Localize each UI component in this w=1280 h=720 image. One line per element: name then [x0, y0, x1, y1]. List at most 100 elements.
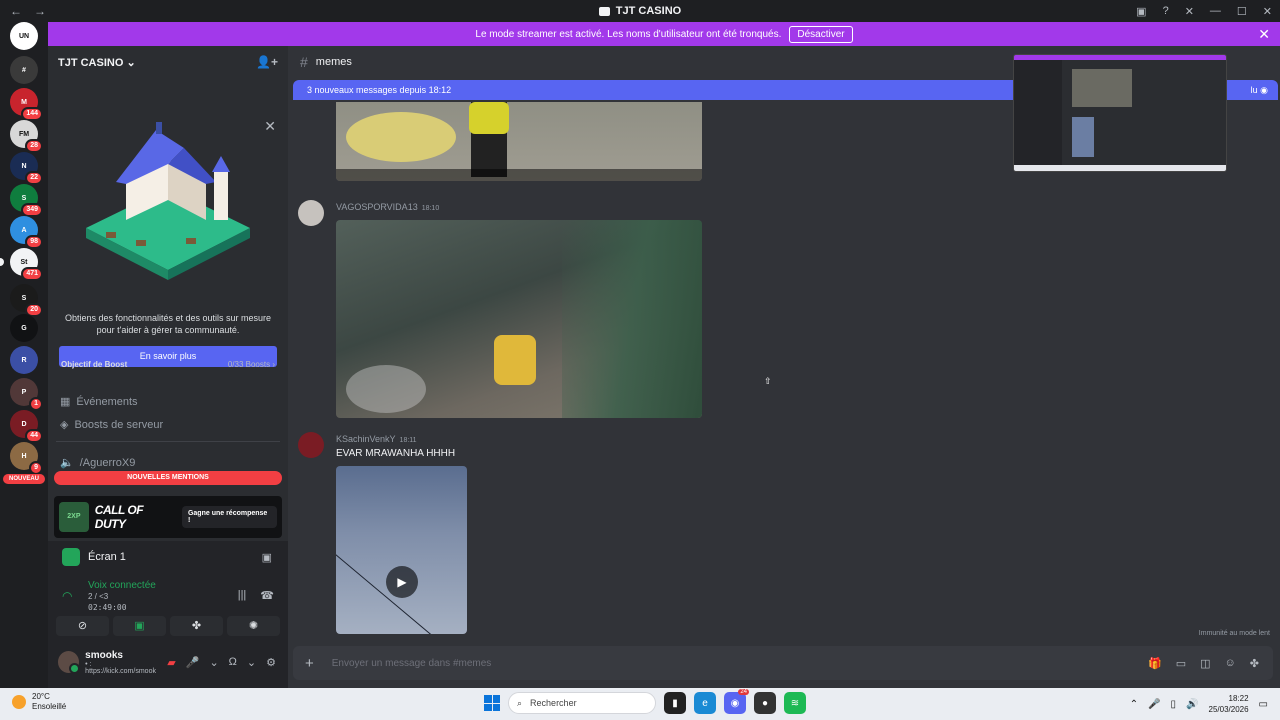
sticker-icon[interactable]: ◫ [1200, 657, 1210, 670]
mic-icon[interactable]: 🎤 [186, 656, 200, 669]
tools-icon[interactable]: ✕ [1185, 5, 1194, 18]
avatar[interactable] [298, 432, 324, 458]
server-abbr: M [21, 98, 27, 106]
message-input[interactable] [331, 657, 1149, 669]
noise-suppression-icon[interactable]: ||| [238, 589, 247, 602]
server-icon[interactable]: # [10, 56, 38, 84]
camera-off-button[interactable]: ⊘ [56, 616, 109, 636]
chevron-down-icon[interactable]: ⌄ [247, 656, 256, 669]
server-icon[interactable]: S 349 [10, 184, 43, 217]
server-icon[interactable]: G [10, 314, 38, 342]
temperature: 20°C [32, 692, 50, 701]
apps-icon[interactable]: ✤ [1250, 657, 1259, 670]
avatar[interactable] [298, 200, 324, 226]
server-abbr: G [21, 324, 27, 332]
server-icon[interactable]: S 20 [10, 284, 43, 317]
screen-share-row[interactable]: Écran 1 [62, 548, 126, 566]
channel-label: /AguerroX9 [79, 456, 136, 469]
share-screen-button[interactable]: ▣ [113, 616, 166, 636]
chevron-up-icon[interactable]: ⌃ [1130, 699, 1138, 710]
screen-label: Écran 1 [88, 551, 126, 563]
server-abbr: A [21, 226, 27, 234]
stop-stream-icon[interactable]: ▣ [262, 551, 272, 564]
clock[interactable]: 18:22 25/03/2026 [1209, 693, 1249, 715]
headset-icon[interactable]: Ω [229, 656, 237, 668]
selected-indicator [0, 258, 4, 266]
server-icon[interactable]: A 98 [10, 216, 43, 249]
gift-icon[interactable]: 🎁 [1148, 657, 1162, 670]
gear-icon[interactable]: ⚙ [266, 656, 276, 669]
server-icon[interactable]: FM 28 [10, 120, 43, 153]
disable-streamer-button[interactable]: Désactiver [789, 25, 853, 43]
close-icon[interactable]: ✕ [264, 118, 276, 135]
spotify-icon[interactable]: ≋ [784, 692, 806, 714]
mic-icon[interactable]: 🎤 [1148, 699, 1160, 710]
mention-badge: 98 [25, 235, 43, 249]
new-servers-pill[interactable]: NOUVEAU [3, 474, 45, 484]
minimize-button[interactable]: — [1210, 5, 1221, 17]
server-header[interactable]: TJT CASINO ⌄ 👤+ [48, 46, 288, 78]
author-name[interactable]: VAGOSPORVIDA13 [336, 202, 418, 212]
soundboard-button[interactable]: ✺ [227, 616, 280, 636]
voice-channel-name[interactable]: 2 / <3 [88, 592, 108, 601]
video-attachment[interactable]: ▶ [336, 466, 467, 634]
invite-people-icon[interactable]: 👤+ [256, 55, 278, 69]
video-thumbnail[interactable] [336, 102, 702, 181]
edge-icon[interactable]: e [694, 692, 716, 714]
close-window-button[interactable]: ✕ [1263, 5, 1272, 18]
notifications-icon[interactable]: ▭ [1259, 699, 1268, 710]
house-illustration [86, 122, 250, 280]
server-icon[interactable]: UN [10, 22, 38, 50]
maximize-button[interactable]: ☐ [1237, 5, 1247, 18]
author-name[interactable]: KSachinVenkY [336, 434, 396, 444]
phone-link-icon[interactable]: ▯ [1171, 699, 1177, 710]
discord-taskbar-icon[interactable]: ◉ 24 [724, 689, 749, 714]
weather-widget[interactable]: 20°C Ensoleillé [12, 692, 66, 712]
banner-close-icon[interactable]: ✕ [1258, 26, 1270, 43]
play-icon[interactable]: ▶ [386, 566, 418, 598]
cod-quest-card[interactable]: 2XP CALL OF DUTY Gagne une récompense ! [54, 496, 282, 538]
volume-icon[interactable]: 🔊 [1186, 699, 1198, 710]
emoji-icon[interactable]: ☺ [1225, 657, 1236, 670]
events-label: Événements [76, 395, 138, 408]
server-icon[interactable]: D 44 [10, 410, 43, 443]
video-attachment[interactable]: ▶ [336, 220, 702, 418]
speaker-icon: 🔈 [60, 457, 74, 469]
forward-arrow-icon[interactable]: → [34, 4, 46, 18]
screen-share-preview[interactable] [1013, 54, 1227, 172]
back-arrow-icon[interactable]: ← [10, 4, 22, 18]
new-mentions-pill[interactable]: NOUVELLES MENTIONS [54, 471, 282, 485]
start-button[interactable] [484, 695, 500, 711]
taskbar-search[interactable]: ⌕ Rechercher [508, 692, 656, 714]
search-label: Rechercher [530, 698, 577, 708]
live-icon[interactable]: ▰ [167, 656, 175, 669]
help-icon[interactable]: ? [1163, 5, 1169, 17]
server-abbr: St [20, 258, 28, 266]
mention-badge: 28 [25, 139, 43, 153]
server-icon[interactable]: N 22 [10, 152, 43, 185]
screen-share-icon[interactable]: ▣ [1136, 5, 1146, 18]
task-view-icon[interactable]: ▮ [664, 692, 686, 714]
server-icon[interactable]: St 471 [0, 248, 43, 281]
server-icon[interactable]: R [10, 346, 38, 374]
app-icon[interactable]: ● [754, 692, 776, 714]
server-icon[interactable]: M 144 [10, 88, 43, 121]
disconnect-icon[interactable]: ☎ [260, 589, 274, 602]
gif-icon[interactable]: ▭ [1176, 657, 1186, 670]
voice-channel-item[interactable]: 🔈 /AguerroX9 [60, 456, 136, 470]
boost-goal[interactable]: Objectif de Boost 0/33 Boosts › [61, 360, 275, 369]
reward-button[interactable]: Gagne une récompense ! [181, 506, 277, 528]
server-boosts-item[interactable]: ◈ Boosts de serveur [60, 418, 163, 432]
mark-read-label[interactable]: lu [1251, 85, 1258, 95]
avatar[interactable] [58, 651, 81, 674]
clock-time: 18:22 [1228, 694, 1249, 703]
voice-connected-label[interactable]: Voix connectée [88, 580, 156, 591]
chevron-down-icon[interactable]: ⌄ [209, 656, 218, 669]
activities-button[interactable]: ✤ [170, 616, 223, 636]
server-icon[interactable]: P1 [10, 378, 43, 411]
sun-icon [12, 695, 26, 709]
add-attachment-icon[interactable]: + [305, 655, 314, 672]
divider [56, 441, 280, 442]
events-item[interactable]: ▦ Événements [60, 395, 138, 409]
server-icon[interactable]: H9 [10, 442, 43, 475]
